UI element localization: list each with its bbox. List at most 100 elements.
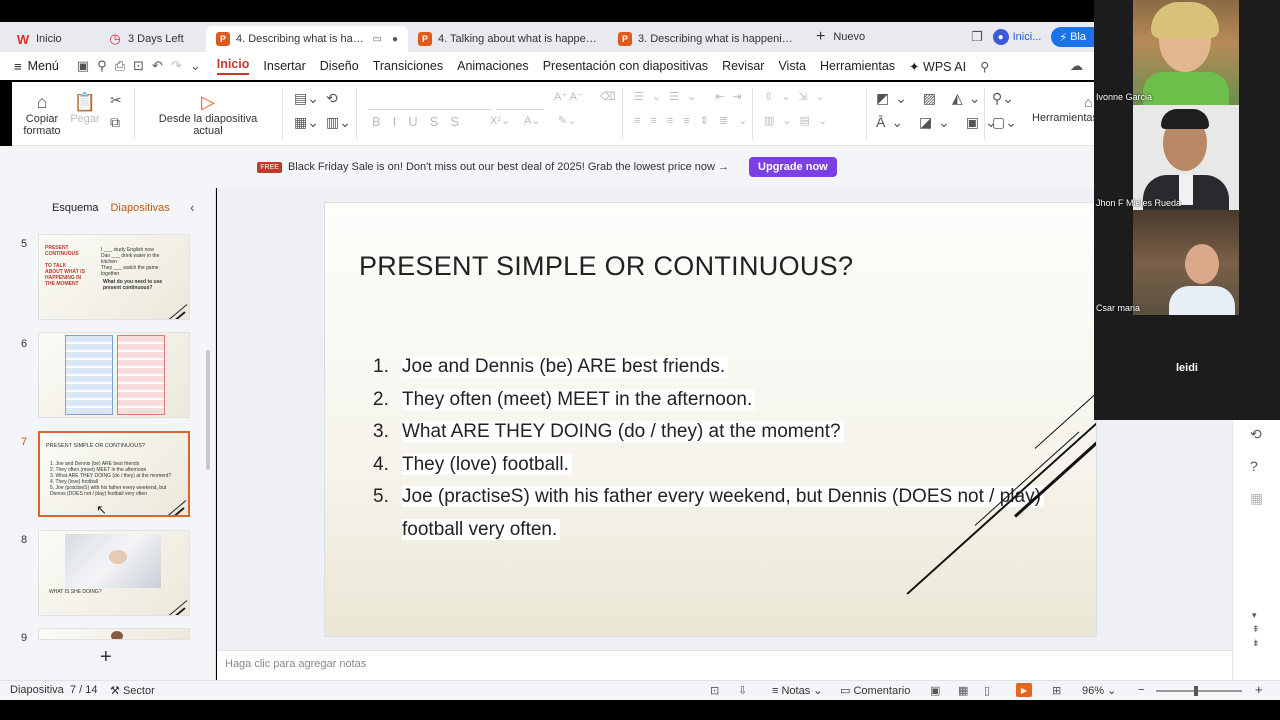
next-slide-icon[interactable]: ⇟ bbox=[1252, 638, 1260, 649]
scroll-down-icon[interactable]: ▾ bbox=[1252, 610, 1257, 621]
text-direction-icons[interactable]: ⇳⌄⇲⌄ bbox=[764, 90, 833, 103]
new-tab-button[interactable]: + Nuevo bbox=[816, 28, 865, 46]
menu-vista[interactable]: Vista bbox=[778, 59, 806, 73]
zoom-out-icon[interactable]: − bbox=[1138, 684, 1144, 696]
add-slide-button[interactable]: + bbox=[100, 646, 112, 669]
tab-home[interactable]: W Inicio bbox=[6, 26, 98, 52]
promo-text: Black Friday Sale is on! Don't miss out … bbox=[287, 161, 730, 173]
reset-slide-icon[interactable]: ⟲ bbox=[326, 90, 338, 107]
slide-thumbnail-6[interactable] bbox=[38, 332, 190, 418]
section-icon[interactable]: ▥⌄ bbox=[326, 114, 351, 131]
reading-view-icon[interactable]: ▯ bbox=[984, 684, 990, 697]
zoom-slider-handle[interactable] bbox=[1194, 686, 1198, 696]
menu-diseno[interactable]: Diseño bbox=[320, 59, 359, 73]
slide-thumbnail-5[interactable]: PRESENT CONTINUOUS TO TALK ABOUT WHAT IS … bbox=[38, 234, 190, 320]
tab-outline[interactable]: Esquema bbox=[52, 202, 98, 214]
redo-icon[interactable]: ↷ bbox=[171, 58, 182, 74]
tools-button[interactable]: Herramientas bbox=[1032, 112, 1098, 124]
slideshow-play-button[interactable]: ▶ bbox=[1016, 683, 1032, 697]
slide-thumbnail-7[interactable]: PRESENT SIMPLE OR CONTINUOUS? 1. Joe and… bbox=[38, 431, 190, 517]
menu-transiciones[interactable]: Transiciones bbox=[373, 59, 443, 73]
participant-name-no-video[interactable]: leidi bbox=[1094, 362, 1280, 374]
new-slide-icon[interactable]: ▤⌄ bbox=[294, 90, 319, 107]
history-icon[interactable]: ⟲ bbox=[1250, 426, 1262, 443]
tab-days-left[interactable]: ◷ 3 Days Left bbox=[98, 26, 206, 52]
tab-describing-lp[interactable]: P 3. Describing what is happening _LP.p bbox=[608, 26, 808, 52]
columns-icons[interactable]: ▥⌄▤⌄ bbox=[764, 114, 835, 127]
slide-thumbnail-8[interactable]: WHAT IS SHE DOING? bbox=[38, 530, 190, 616]
fit-icon[interactable]: ⊡ bbox=[710, 684, 719, 697]
zoom-in-icon[interactable]: + bbox=[1255, 682, 1263, 697]
participant-tile[interactable] bbox=[1133, 210, 1239, 315]
search-icon[interactable]: ⚲ bbox=[980, 59, 989, 74]
export-icon[interactable]: ⇩ bbox=[738, 684, 747, 697]
font-color-icon[interactable]: A⌄ bbox=[524, 114, 541, 127]
menu-insertar[interactable]: Insertar bbox=[263, 59, 305, 73]
exercise-list[interactable]: 1. Joe and Dennis (be) ARE best friends. … bbox=[373, 351, 1073, 546]
format-painter-icon[interactable]: ⚲ bbox=[97, 58, 107, 74]
panel-tabs: Esquema Diapositivas bbox=[52, 202, 170, 214]
menu-presentacion[interactable]: Presentación con diapositivas bbox=[543, 59, 708, 73]
current-slide[interactable]: PRESENT SIMPLE OR CONTINUOUS? 1. Joe and … bbox=[324, 202, 1097, 637]
sector-button[interactable]: ⚒ Sector bbox=[110, 684, 155, 697]
unsaved-dot-icon[interactable]: ● bbox=[392, 34, 398, 45]
window-restore-icon[interactable]: ❐ bbox=[971, 29, 983, 45]
status-bar: Diapositiva 7 / 14 ⚒ Sector ⊡ ⇩ ≡ Notas … bbox=[0, 680, 1280, 700]
list-item: 2. They often (meet) MEET in the afternoo… bbox=[373, 384, 1073, 417]
highlight-icon[interactable]: ✎⌄ bbox=[558, 114, 576, 127]
graduation-cap-icon[interactable]: ⌂ bbox=[1084, 94, 1092, 110]
copy-icon[interactable]: ⧉ bbox=[110, 114, 120, 131]
menu-animaciones[interactable]: Animaciones bbox=[457, 59, 529, 73]
clear-format-icon[interactable]: ⌫ bbox=[600, 90, 616, 103]
text-style-icons[interactable]: BIUSS bbox=[372, 114, 471, 129]
zoom-slider[interactable] bbox=[1156, 690, 1242, 692]
list-icons[interactable]: ☰⌄☰⌄ ⇤⇥ bbox=[634, 90, 750, 103]
cut-icon[interactable]: ✂ bbox=[110, 92, 122, 109]
print-preview-icon[interactable]: ⊡ bbox=[133, 58, 144, 74]
menu-herramientas[interactable]: Herramientas bbox=[820, 59, 895, 73]
wps-ai-button[interactable]: ✦ WPS AI bbox=[909, 59, 966, 74]
fit-window-icon[interactable]: ⊞ bbox=[1052, 684, 1061, 697]
menu-revisar[interactable]: Revisar bbox=[722, 59, 764, 73]
slide-title[interactable]: PRESENT SIMPLE OR CONTINUOUS? bbox=[359, 251, 853, 282]
find-icon[interactable]: ⚲⌄ bbox=[992, 90, 1014, 107]
slide-thumbnail-9[interactable] bbox=[38, 628, 190, 640]
cloud-icon[interactable]: ☁ bbox=[1070, 58, 1083, 74]
superscript-icon[interactable]: X²⌄ bbox=[490, 114, 510, 127]
normal-view-icon[interactable]: ▣ bbox=[930, 684, 940, 697]
zoom-level[interactable]: 96% ⌄ bbox=[1082, 684, 1116, 697]
tab-talking[interactable]: P 4. Talking about what is happening n bbox=[408, 26, 608, 52]
align-icons[interactable]: ≡≡≡≡⇕≣⌄ bbox=[634, 114, 757, 127]
font-family-select[interactable] bbox=[368, 92, 492, 110]
account-button[interactable]: ● Inici... bbox=[992, 29, 1041, 45]
grid-icon[interactable]: ▦ bbox=[1250, 490, 1263, 507]
main-menu-button[interactable]: ≡ Menú bbox=[14, 59, 59, 74]
prev-slide-icon[interactable]: ⇞ bbox=[1252, 624, 1260, 635]
panel-scrollbar[interactable] bbox=[206, 350, 210, 470]
notes-button[interactable]: ≡ Notas ⌄ bbox=[772, 684, 823, 697]
collapse-panel-icon[interactable]: ‹ bbox=[190, 199, 195, 215]
chevron-down-icon[interactable]: ⌄ bbox=[190, 58, 201, 74]
tab-describing-active[interactable]: P 4. Describing what is happeni ▭ ● bbox=[206, 26, 408, 52]
upgrade-now-button[interactable]: Upgrade now bbox=[749, 157, 837, 177]
paste-button[interactable]: 📋 Pegar bbox=[68, 92, 102, 125]
shapes-icons[interactable]: ◩⌄ ▨ ◭⌄ bbox=[876, 90, 986, 107]
menu-inicio[interactable]: Inicio bbox=[216, 57, 250, 75]
slide-sorter-icon[interactable]: ▦ bbox=[958, 684, 968, 697]
layout-icon[interactable]: ▦⌄ bbox=[294, 114, 319, 131]
blue-action-button[interactable]: ⚡ Bla bbox=[1051, 27, 1094, 47]
font-grow-icon[interactable]: A⁺ A⁻ bbox=[554, 90, 583, 103]
print-icon[interactable]: ⎙ bbox=[115, 58, 125, 74]
copy-format-button[interactable]: ⌂ Copiar formato bbox=[22, 92, 62, 137]
save-icon[interactable]: ▣ bbox=[77, 58, 89, 74]
notes-area[interactable]: Haga clic para agregar notas bbox=[217, 650, 1232, 680]
tab-slides[interactable]: Diapositivas bbox=[110, 202, 169, 214]
font-size-select[interactable] bbox=[496, 92, 544, 110]
from-current-slide-button[interactable]: ▷ Desde la diapositiva actual bbox=[144, 92, 272, 137]
participant-tile[interactable] bbox=[1133, 0, 1239, 105]
undo-icon[interactable]: ↶ bbox=[152, 58, 163, 74]
participant-tile[interactable] bbox=[1133, 105, 1239, 210]
comment-button[interactable]: ▭ Comentario bbox=[840, 684, 910, 697]
help-icon[interactable]: ? bbox=[1250, 458, 1258, 474]
select-icon[interactable]: ▢⌄ bbox=[992, 114, 1017, 131]
